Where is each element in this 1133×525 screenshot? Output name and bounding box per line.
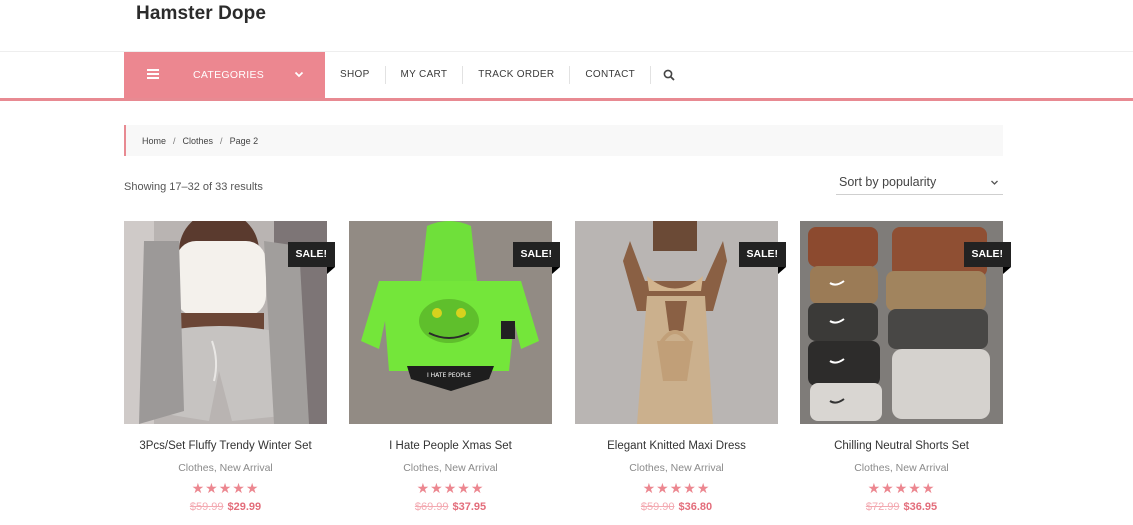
breadcrumb-separator: / [173, 135, 176, 146]
product-categories: Clothes, New Arrival [178, 462, 273, 474]
star-rating: ★★★★★ [867, 480, 936, 496]
nav-underline [0, 98, 1133, 101]
chevron-down-icon [294, 71, 304, 78]
nav-item-contact[interactable]: CONTACT [570, 66, 652, 84]
category-link[interactable]: New Arrival [445, 462, 498, 474]
sale-badge: SALE! [963, 242, 1011, 274]
primary-menu: SHOP MY CART TRACK ORDER CONTACT [325, 52, 687, 98]
breadcrumb-clothes[interactable]: Clothes [183, 136, 214, 146]
sale-price: $36.80 [678, 501, 713, 513]
category-link[interactable]: Clothes [854, 462, 890, 474]
product-categories: Clothes, New Arrival [629, 462, 724, 474]
original-price: $72.99 [865, 501, 900, 513]
nav-item-track-order[interactable]: TRACK ORDER [463, 66, 571, 84]
product-price: $59.99 $29.99 [124, 501, 327, 513]
category-link[interactable]: Clothes [629, 462, 665, 474]
product-categories: Clothes, New Arrival [403, 462, 498, 474]
category-link[interactable]: New Arrival [671, 462, 724, 474]
breadcrumb-home[interactable]: Home [142, 136, 166, 146]
sale-price: $29.99 [227, 501, 262, 513]
product-title[interactable]: I Hate People Xmas Set [349, 440, 552, 452]
star-rating: ★★★★★ [191, 480, 260, 496]
breadcrumb-separator: / [220, 135, 223, 146]
star-rating: ★★★★★ [416, 480, 485, 496]
svg-text:I HATE PEOPLE: I HATE PEOPLE [427, 372, 471, 379]
original-price: $59.99 [189, 501, 224, 513]
category-link[interactable]: Clothes [178, 462, 214, 474]
sale-badge: SALE! [738, 242, 786, 274]
result-count: Showing 17–32 of 33 results [124, 181, 263, 193]
breadcrumb: Home / Clothes / Page 2 [124, 125, 1003, 156]
product-title[interactable]: Chilling Neutral Shorts Set [800, 440, 1003, 452]
site-title[interactable]: Hamster Dope [136, 3, 266, 25]
star-rating: ★★★★★ [642, 480, 711, 496]
category-link[interactable]: New Arrival [896, 462, 949, 474]
sale-badge: SALE! [512, 242, 560, 274]
sale-price: $37.95 [452, 501, 487, 513]
search-button[interactable] [651, 66, 687, 84]
menu-icon [147, 69, 159, 79]
categories-menu-button[interactable]: CATEGORIES [124, 52, 325, 98]
sale-badge: SALE! [287, 242, 335, 274]
categories-label: CATEGORIES [193, 69, 265, 81]
product-price: $69.99 $37.95 [349, 501, 552, 513]
category-link[interactable]: New Arrival [220, 462, 273, 474]
category-link[interactable]: Clothes [403, 462, 439, 474]
product-price: $72.99 $36.95 [800, 501, 1003, 513]
nav-item-shop[interactable]: SHOP [325, 66, 386, 84]
sale-price: $36.95 [903, 501, 938, 513]
original-price: $59.90 [640, 501, 675, 513]
search-icon [663, 69, 675, 81]
sort-select[interactable]: Sort by popularity [836, 172, 1003, 195]
nav-item-my-cart[interactable]: MY CART [386, 66, 464, 84]
product-price: $59.90 $36.80 [575, 501, 778, 513]
product-title[interactable]: 3Pcs/Set Fluffy Trendy Winter Set [124, 440, 327, 452]
breadcrumb-current-page: Page 2 [229, 135, 259, 146]
product-categories: Clothes, New Arrival [854, 462, 949, 474]
product-title[interactable]: Elegant Knitted Maxi Dress [575, 440, 778, 452]
sort-selected-value: Sort by popularity [839, 175, 937, 189]
original-price: $69.99 [414, 501, 449, 513]
chevron-down-icon [991, 180, 998, 185]
